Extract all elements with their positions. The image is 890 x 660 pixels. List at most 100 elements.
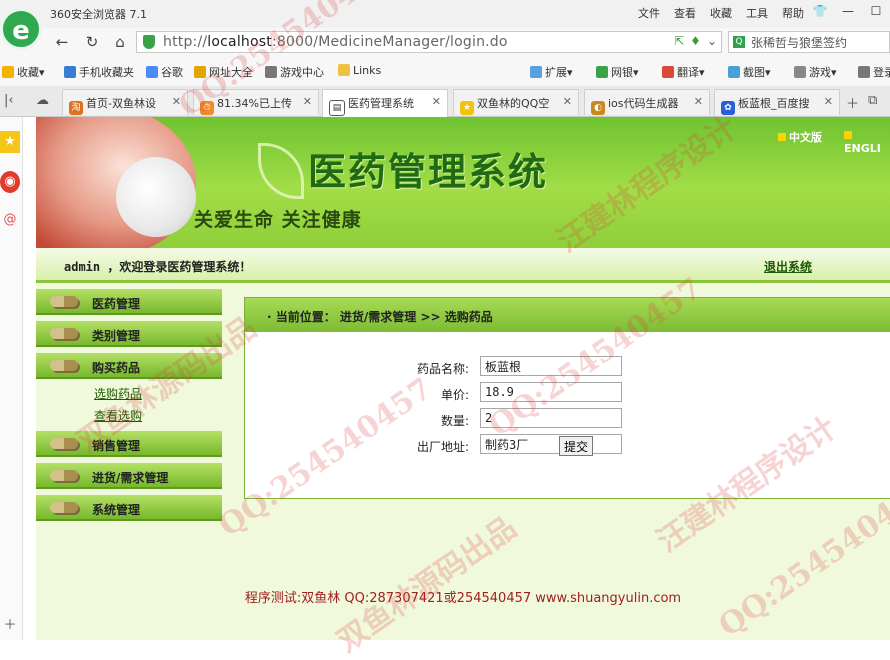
favorites-star-icon[interactable]: ★ bbox=[0, 131, 20, 153]
browser-logo-icon[interactable]: e bbox=[0, 8, 42, 50]
tab-strip: |‹ ☁ 淘首页-双鱼林设 ✕ ⏱ 81.34%已上传 ✕ ▤ 医药管理系统 ✕ ★ 双鱼林… bbox=[0, 86, 890, 117]
share-icon[interactable]: ⇱ bbox=[674, 34, 684, 48]
nav-stock-demand-management[interactable]: 进货/需求管理 bbox=[36, 463, 222, 489]
capsule-icon bbox=[50, 328, 78, 339]
address-bar[interactable]: http://localhost:8000/MedicineManager/lo… bbox=[136, 31, 722, 53]
tab-home[interactable]: 淘首页-双鱼林设 ✕ bbox=[62, 89, 188, 115]
price-label: 单价: bbox=[440, 388, 469, 402]
tab-upload[interactable]: ⏱ 81.34%已上传 ✕ bbox=[193, 89, 319, 115]
bookmark-google[interactable]: 谷歌 bbox=[146, 64, 183, 80]
content-panel: · 当前位置： 进货/需求管理 >> 选购药品 药品名称: 单价: 数量: 出厂… bbox=[244, 297, 890, 499]
tab-medicine-system[interactable]: ▤ 医药管理系统 ✕ bbox=[322, 89, 448, 117]
footer-text: 程序测试:双鱼林 QQ:287307421或254540457 www.shua… bbox=[244, 591, 682, 606]
home-icon[interactable]: ⌂ bbox=[110, 32, 130, 52]
search-engine-icon: Q bbox=[733, 36, 745, 48]
minimize-icon[interactable]: — bbox=[834, 0, 862, 24]
nav-medicine-management[interactable]: 医药管理 bbox=[36, 289, 222, 315]
tab-scroll-left-icon[interactable]: |‹ bbox=[4, 93, 14, 108]
capsule-icon bbox=[50, 438, 78, 449]
nav-sub-view-selection[interactable]: 查看选购 bbox=[94, 407, 142, 424]
compat-mode-icon[interactable]: ♦ bbox=[690, 34, 701, 48]
nav-category-management[interactable]: 类别管理 bbox=[36, 321, 222, 347]
quantity-label: 数量: bbox=[440, 414, 469, 428]
capsule-icon bbox=[50, 502, 78, 513]
search-box[interactable]: Q 张稀哲与狼堡签约 bbox=[728, 31, 890, 53]
capsule-icon bbox=[50, 470, 78, 481]
banner-slogan: 关爱生命 关注健康 bbox=[194, 209, 362, 231]
toolbar-screenshot[interactable]: 截图▾ bbox=[728, 64, 771, 80]
restore-tab-icon[interactable]: ⧉ bbox=[868, 93, 877, 108]
bookmark-sites[interactable]: 网址大全 bbox=[194, 64, 253, 80]
medicine-name-input[interactable] bbox=[480, 356, 622, 376]
toolbar-games[interactable]: 游戏▾ bbox=[794, 64, 837, 80]
page-viewport: 医药管理系统 关爱生命 关注健康 中文版 ENGLI admin ，欢迎登录医药… bbox=[36, 117, 890, 640]
submit-button[interactable]: 提交 bbox=[559, 436, 593, 456]
browser-navbar: ← ↻ ⌂ http://localhost:8000/MedicineMana… bbox=[0, 28, 890, 58]
form-row-name: 药品名称: bbox=[245, 356, 890, 380]
nav-sub-select-medicine[interactable]: 选购药品 bbox=[94, 385, 142, 402]
logout-link[interactable]: 退出系统 bbox=[764, 258, 812, 275]
search-text: 张稀哲与狼堡签约 bbox=[751, 36, 848, 50]
new-tab-icon[interactable]: ＋ bbox=[846, 93, 859, 112]
browser-app-title: 360安全浏览器 7.1 bbox=[50, 8, 147, 21]
form-row-price: 单价: bbox=[245, 382, 890, 406]
bookmark-games[interactable]: 游戏中心 bbox=[265, 64, 324, 80]
tab-baidu-search[interactable]: ✿ 板蓝根_百度搜 ✕ bbox=[714, 89, 840, 115]
nav-system-management[interactable]: 系统管理 bbox=[36, 495, 222, 521]
menu-tools[interactable]: 工具 bbox=[746, 5, 768, 21]
menu-help[interactable]: 帮助 bbox=[782, 5, 804, 21]
toolbar-extensions[interactable]: 扩展▾ bbox=[530, 64, 573, 80]
bookmark-bar: 收藏▾ 手机收藏夹 谷歌 网址大全 游戏中心 Links 扩展▾ 网银▾ 翻译▾… bbox=[0, 58, 890, 87]
welcome-text: admin ，欢迎登录医药管理系统！ bbox=[64, 260, 252, 274]
security-shield-icon bbox=[143, 35, 155, 49]
lang-en-link[interactable]: ENGLI bbox=[844, 129, 890, 155]
chevron-down-icon[interactable]: ⌄ bbox=[707, 34, 717, 48]
tab-qq-space[interactable]: ★ 双鱼林的QQ空 ✕ bbox=[453, 89, 579, 115]
close-icon[interactable]: ✕ bbox=[563, 95, 572, 108]
toolbar-login[interactable]: 登录 bbox=[858, 64, 890, 80]
refresh-icon[interactable]: ↻ bbox=[82, 32, 102, 52]
address-tools: ⇱ ♦ ⌄ bbox=[674, 34, 717, 48]
menu-favorites[interactable]: 收藏 bbox=[710, 5, 732, 21]
toolbar-netbank[interactable]: 网银▾ bbox=[596, 64, 639, 80]
close-icon[interactable]: ✕ bbox=[172, 95, 181, 108]
weibo-icon[interactable]: ◉ bbox=[0, 171, 20, 193]
address-url: http://localhost:8000/MedicineManager/lo… bbox=[163, 34, 508, 50]
email-icon[interactable]: @ bbox=[0, 209, 20, 231]
close-icon[interactable]: ✕ bbox=[303, 95, 312, 108]
quantity-input[interactable] bbox=[480, 408, 622, 428]
factory-address-label: 出厂地址: bbox=[416, 440, 469, 454]
factory-address-input[interactable] bbox=[480, 434, 622, 454]
browser-titlebar: 360安全浏览器 7.1 文件 查看 收藏 工具 帮助 👕 — ☐ bbox=[0, 0, 890, 28]
medicine-name-label: 药品名称: bbox=[416, 362, 469, 376]
price-input[interactable] bbox=[480, 382, 622, 402]
close-icon[interactable]: ✕ bbox=[824, 95, 833, 108]
window-controls: 👕 — ☐ bbox=[806, 0, 890, 24]
close-icon[interactable]: ✕ bbox=[432, 95, 441, 108]
menu-file[interactable]: 文件 bbox=[638, 5, 660, 21]
banner-leaf-icon bbox=[258, 143, 304, 199]
bookmark-favorites[interactable]: 收藏▾ bbox=[2, 64, 45, 80]
bookmark-links[interactable]: Links bbox=[338, 64, 381, 77]
skin-icon[interactable]: 👕 bbox=[806, 0, 834, 24]
capsule-icon bbox=[50, 296, 78, 307]
browser-sidebar: ★ ◉ @ ＋ bbox=[0, 117, 23, 640]
nav-purchase-medicine[interactable]: 购买药品 bbox=[36, 353, 222, 379]
welcome-bar: admin ，欢迎登录医药管理系统！ 退出系统 bbox=[36, 248, 890, 283]
banner-title: 医药管理系统 bbox=[308, 149, 549, 194]
close-icon[interactable]: ✕ bbox=[694, 95, 703, 108]
banner-tablet-image bbox=[116, 157, 196, 237]
lang-cn-link[interactable]: 中文版 bbox=[778, 129, 822, 145]
bookmark-mobile[interactable]: 手机收藏夹 bbox=[64, 64, 134, 80]
breadcrumb-text: · 当前位置： 进货/需求管理 >> 选购药品 bbox=[267, 310, 493, 324]
site-banner: 医药管理系统 关爱生命 关注健康 中文版 ENGLI bbox=[36, 117, 890, 248]
back-icon[interactable]: ← bbox=[52, 32, 72, 52]
maximize-icon[interactable]: ☐ bbox=[862, 0, 890, 24]
tab-ios-codegen[interactable]: ◐ ios代码生成器 ✕ bbox=[584, 89, 710, 115]
sidebar-add-icon[interactable]: ＋ bbox=[0, 615, 20, 637]
toolbar-translate[interactable]: 翻译▾ bbox=[662, 64, 705, 80]
nav-sales-management[interactable]: 销售管理 bbox=[36, 431, 222, 457]
breadcrumb: · 当前位置： 进货/需求管理 >> 选购药品 bbox=[245, 298, 890, 332]
menu-view[interactable]: 查看 bbox=[674, 5, 696, 21]
cloud-icon[interactable]: ☁ bbox=[36, 93, 49, 108]
